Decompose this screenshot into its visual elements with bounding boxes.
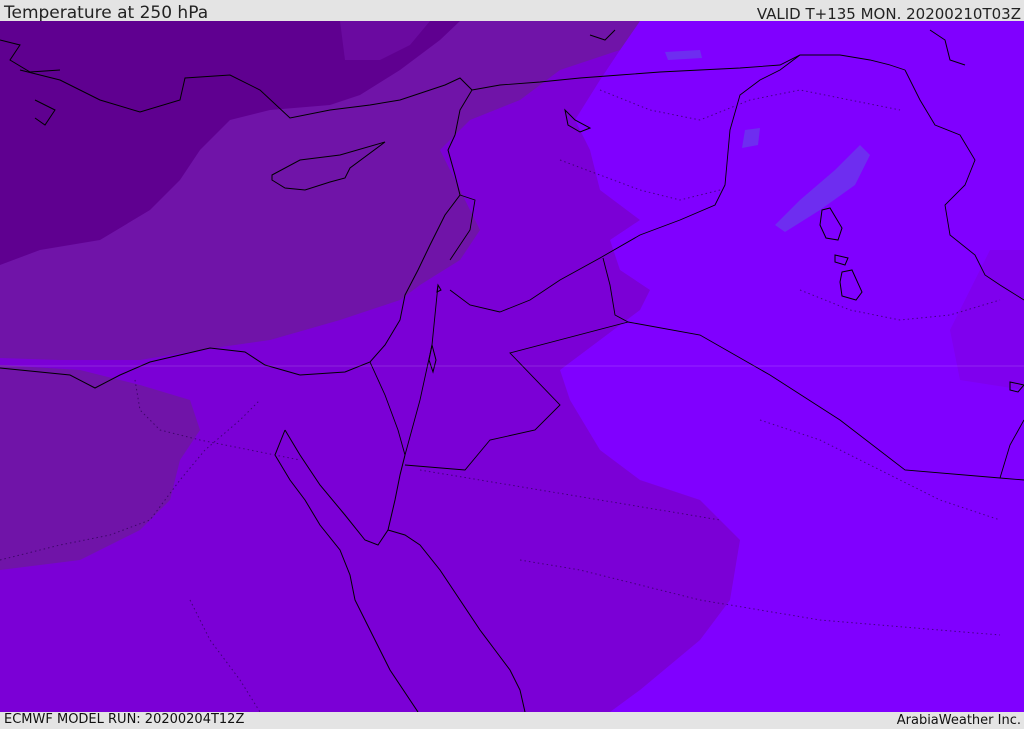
map-title: Temperature at 250 hPa xyxy=(4,3,209,23)
header-bar: Temperature at 250 hPa VALID T+135 MON. … xyxy=(0,0,1024,23)
temperature-map[interactable] xyxy=(0,21,1024,712)
map-canvas xyxy=(0,21,1024,712)
credit: ArabiaWeather Inc. xyxy=(896,713,1021,728)
footer-bar: ECMWF MODEL RUN: 20200204T12Z ArabiaWeat… xyxy=(0,712,1024,729)
model-run: ECMWF MODEL RUN: 20200204T12Z xyxy=(4,712,245,727)
